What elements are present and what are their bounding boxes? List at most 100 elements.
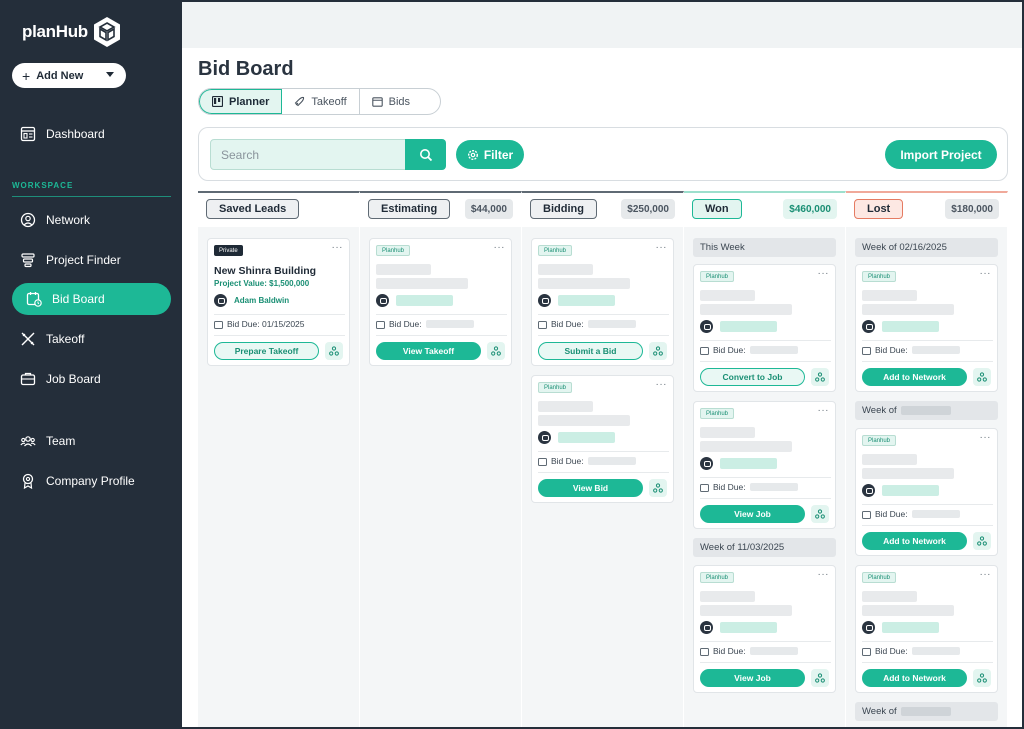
- more-icon[interactable]: ···: [980, 268, 992, 279]
- tab-planner[interactable]: Planner: [199, 89, 283, 114]
- submit-bid-button[interactable]: Submit a Bid: [538, 342, 643, 360]
- search-input[interactable]: Search: [210, 139, 406, 170]
- network-share-icon: [653, 346, 663, 356]
- view-takeoff-button[interactable]: View Takeoff: [376, 342, 481, 360]
- avatar: [700, 621, 713, 634]
- sidebar-item-project-finder[interactable]: Project Finder: [12, 244, 171, 276]
- more-icon[interactable]: ···: [656, 379, 668, 390]
- sidebar-item-dashboard[interactable]: Dashboard: [12, 118, 171, 150]
- divider: [700, 662, 831, 663]
- add-to-network-button[interactable]: Add to Network: [862, 368, 967, 386]
- more-icon[interactable]: ···: [818, 268, 830, 279]
- add-new-button[interactable]: + Add New: [12, 63, 126, 88]
- project-card[interactable]: Planhub ··· Bid Due: View Job: [693, 565, 836, 693]
- owner-placeholder: [882, 622, 939, 633]
- prepare-takeoff-button[interactable]: Prepare Takeoff: [214, 342, 319, 360]
- value-placeholder: [538, 278, 630, 289]
- week-header: Week of 11/03/2025: [693, 538, 836, 557]
- network-button[interactable]: [973, 368, 991, 386]
- tab-bids[interactable]: Bids: [360, 89, 440, 114]
- project-card[interactable]: Planhub ··· Bid Due: Submit a Bid: [531, 238, 674, 366]
- convert-to-job-button[interactable]: Convert to Job: [700, 368, 805, 386]
- bid-due: Bid Due:: [862, 345, 960, 355]
- project-card[interactable]: Planhub ··· Bid Due: View Bid: [531, 375, 674, 503]
- filter-button[interactable]: Filter: [456, 140, 524, 169]
- divider: [538, 451, 669, 452]
- network-button[interactable]: [973, 532, 991, 550]
- sidebar-item-team[interactable]: Team: [12, 425, 171, 457]
- project-card[interactable]: Planhub ··· Bid Due: Add to Network: [855, 264, 998, 392]
- bid-due-text: Bid Due:: [713, 345, 746, 355]
- bid-due-text: Bid Due:: [875, 345, 908, 355]
- due-placeholder: [587, 457, 636, 465]
- network-button[interactable]: [325, 342, 343, 360]
- more-icon[interactable]: ···: [818, 405, 830, 416]
- project-card[interactable]: Planhub ··· Bid Due: View Takeoff: [369, 238, 512, 366]
- project-card[interactable]: Private ··· New Shinra Building Project …: [207, 238, 350, 366]
- project-card[interactable]: Planhub ··· Bid Due: Convert to Job: [693, 264, 836, 392]
- sidebar-item-takeoff[interactable]: Takeoff: [12, 323, 171, 355]
- stage-label: Won: [692, 199, 742, 219]
- owner-placeholder: [720, 321, 777, 332]
- divider: [538, 314, 669, 315]
- network-button[interactable]: [649, 479, 667, 497]
- view-bid-button[interactable]: View Bid: [538, 479, 643, 497]
- planhub-tag: Planhub: [700, 408, 735, 419]
- project-card[interactable]: Planhub ··· Bid Due: View Job: [693, 401, 836, 529]
- project-card[interactable]: Planhub ··· Bid Due: Add to Network: [855, 565, 998, 693]
- sidebar-item-label: Job Board: [46, 372, 101, 386]
- planhub-logo[interactable]: planHub: [22, 16, 122, 48]
- network-button[interactable]: [649, 342, 667, 360]
- add-to-network-button[interactable]: Add to Network: [862, 669, 967, 687]
- import-project-button[interactable]: Import Project: [885, 140, 997, 169]
- more-icon[interactable]: ···: [818, 569, 830, 580]
- planhub-tag: Planhub: [538, 382, 573, 393]
- column-header: Won $460,000: [684, 193, 845, 227]
- planhub-tag: Planhub: [700, 271, 735, 282]
- column-saved-leads: Saved Leads Private ··· New Shinra Build…: [198, 191, 360, 727]
- divider: [538, 472, 669, 473]
- more-icon[interactable]: ···: [332, 242, 344, 253]
- title-placeholder: [862, 454, 917, 465]
- value-placeholder: [376, 278, 468, 289]
- view-job-button[interactable]: View Job: [700, 505, 805, 523]
- sidebar-item-label: Dashboard: [46, 127, 105, 141]
- view-job-button[interactable]: View Job: [700, 669, 805, 687]
- network-share-icon: [977, 372, 987, 382]
- project-value: Project Value: $1,500,000: [214, 279, 310, 288]
- planner-icon: [212, 96, 223, 107]
- network-button[interactable]: [811, 505, 829, 523]
- due-placeholder: [749, 346, 798, 354]
- network-button[interactable]: [811, 368, 829, 386]
- tab-takeoff[interactable]: Takeoff: [282, 89, 360, 114]
- stage-label: Estimating: [368, 199, 451, 219]
- divider: [538, 335, 669, 336]
- sidebar-item-job-board[interactable]: Job Board: [12, 363, 171, 395]
- sidebar-item-bid-board[interactable]: Bid Board: [12, 283, 171, 315]
- sidebar-item-company-profile[interactable]: Company Profile: [12, 465, 171, 497]
- avatar: [862, 621, 875, 634]
- sidebar-item-network[interactable]: Network: [12, 204, 171, 236]
- more-icon[interactable]: ···: [980, 569, 992, 580]
- bid-due: Bid Due:: [700, 646, 798, 656]
- more-icon[interactable]: ···: [494, 242, 506, 253]
- due-placeholder: [911, 510, 960, 518]
- add-to-network-button[interactable]: Add to Network: [862, 532, 967, 550]
- owner-placeholder: [882, 321, 939, 332]
- week-date-placeholder: [900, 406, 951, 415]
- network-button[interactable]: [811, 669, 829, 687]
- planhub-tag: Planhub: [862, 572, 897, 583]
- network-button[interactable]: [973, 669, 991, 687]
- search-button[interactable]: [405, 139, 446, 170]
- more-icon[interactable]: ···: [656, 242, 668, 253]
- more-icon[interactable]: ···: [980, 432, 992, 443]
- takeoff-icon: [20, 331, 36, 347]
- network-button[interactable]: [487, 342, 505, 360]
- project-card[interactable]: Planhub ··· Bid Due: Add to Network: [855, 428, 998, 556]
- stage-amount: $44,000: [464, 199, 513, 219]
- network-share-icon: [653, 483, 663, 493]
- bid-board: Saved Leads Private ··· New Shinra Build…: [198, 191, 1022, 727]
- planhub-tag: Planhub: [862, 271, 897, 282]
- calendar-icon: [862, 346, 871, 355]
- network-icon: [20, 212, 36, 228]
